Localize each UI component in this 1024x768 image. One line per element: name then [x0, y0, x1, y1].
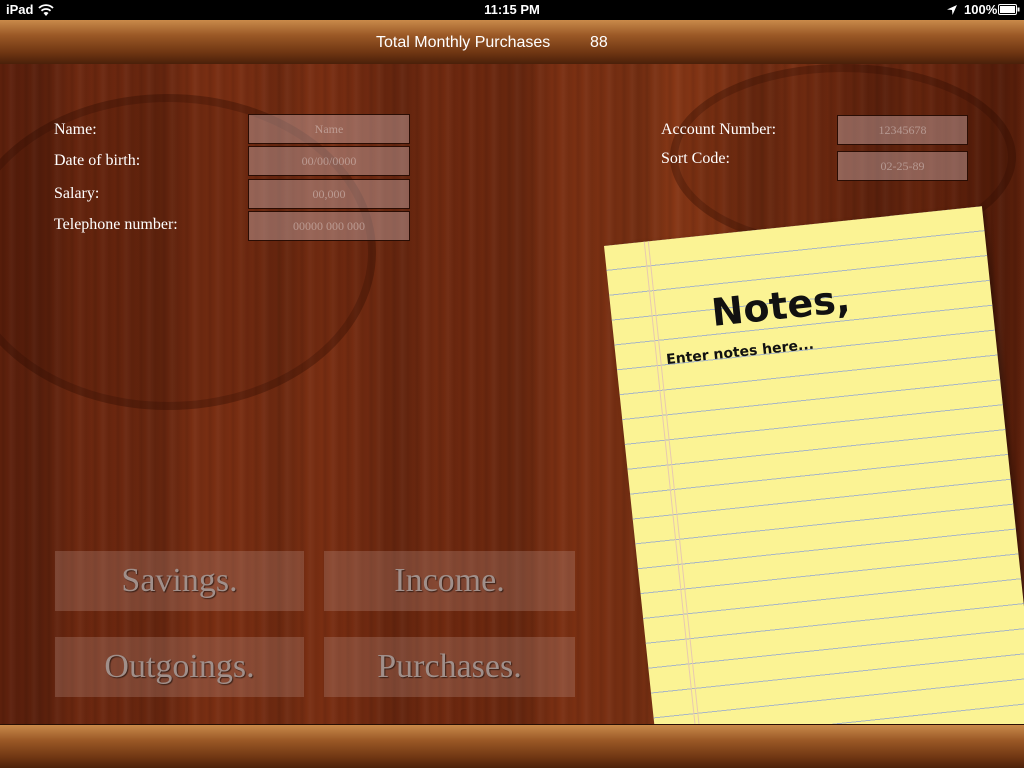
income-button[interactable]: Income. [324, 551, 575, 611]
outgoings-button[interactable]: Outgoings. [55, 637, 304, 697]
purchases-button[interactable]: Purchases. [324, 637, 575, 697]
status-bar: iPad 11:15 PM 100% [0, 0, 1024, 20]
location-icon [947, 5, 957, 15]
bottom-toolbar [0, 724, 1024, 768]
notes-title: Notes, [709, 276, 853, 335]
app-screen: iPad 11:15 PM 100% Total Monthly Purchas… [0, 0, 1024, 768]
total-purchases-count: 88 [590, 34, 608, 51]
status-time: 11:15 PM [484, 2, 540, 17]
dob-label: Date of birth: [54, 152, 141, 169]
account-number-label: Account Number: [661, 121, 777, 138]
phone-label: Telephone number: [54, 216, 178, 233]
salary-input[interactable] [248, 179, 410, 209]
name-label: Name: [54, 121, 97, 138]
notes-margin-line [643, 241, 702, 768]
sort-code-label: Sort Code: [661, 150, 730, 167]
notes-margin-line [647, 241, 706, 768]
battery-percent: 100% [964, 2, 998, 17]
top-toolbar: Total Monthly Purchases 88 [0, 20, 1024, 65]
battery-icon [998, 4, 1020, 15]
account-number-input[interactable] [837, 115, 968, 145]
notes-pad[interactable]: Notes, Enter notes here... [604, 206, 1024, 768]
name-input[interactable] [248, 114, 410, 144]
phone-input[interactable] [248, 211, 410, 241]
notes-text-area[interactable]: Enter notes here... [665, 337, 814, 368]
salary-label: Salary: [54, 185, 100, 202]
savings-button[interactable]: Savings. [55, 551, 304, 611]
sort-code-input[interactable] [837, 151, 968, 181]
dob-input[interactable] [248, 146, 410, 176]
total-purchases-title: Total Monthly Purchases [376, 34, 551, 51]
